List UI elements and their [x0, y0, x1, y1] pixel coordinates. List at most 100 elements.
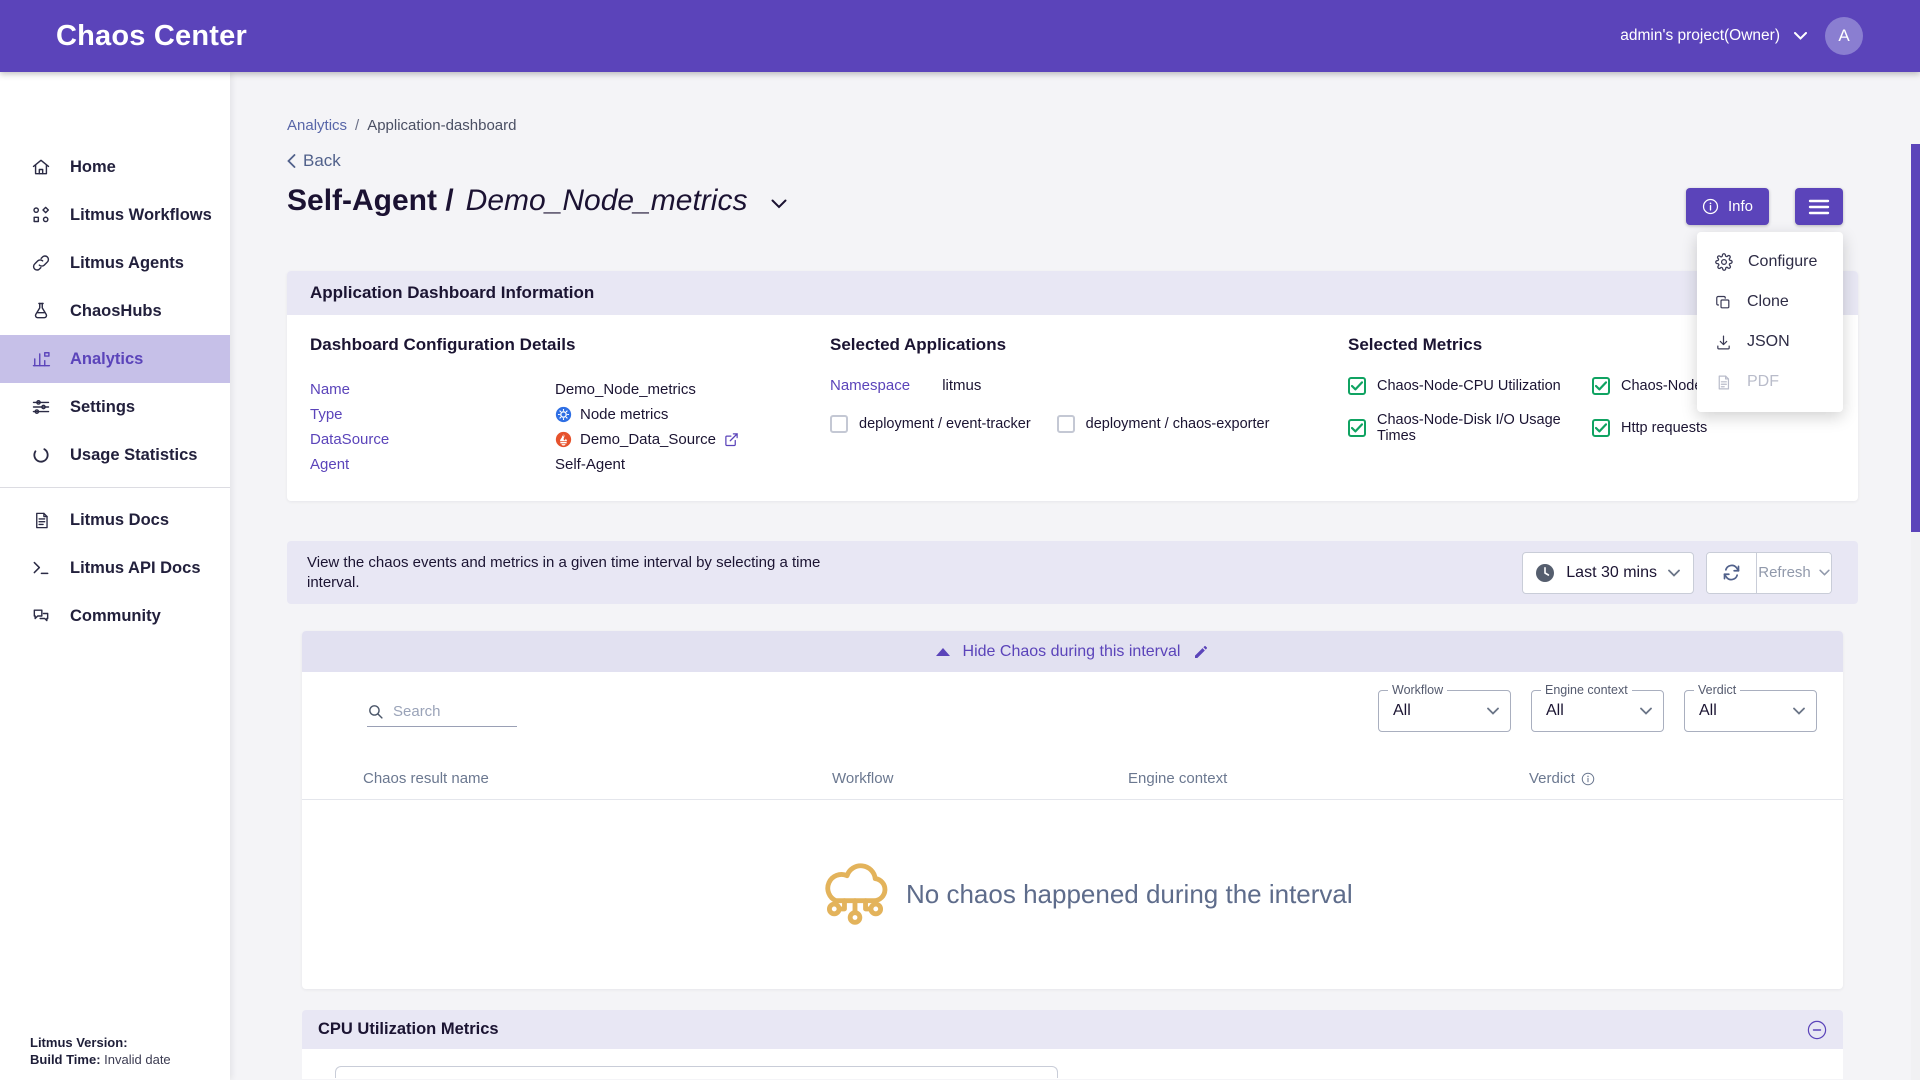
column-chaos-result-name: Chaos result name [363, 770, 832, 787]
checkbox-chaos-exporter[interactable]: deployment / chaos-exporter [1057, 415, 1270, 433]
column-engine-context: Engine context [1128, 770, 1529, 787]
sidebar-item-litmus-agents[interactable]: Litmus Agents [0, 239, 230, 287]
cpu-metrics-accordion[interactable]: CPU Utilization Metrics [302, 1010, 1843, 1049]
workflow-filter-select[interactable]: Workflow All [1378, 690, 1511, 732]
sidebar-item-chaoshubs[interactable]: ChaosHubs [0, 287, 230, 335]
time-range-button[interactable]: Last 30 mins [1522, 552, 1694, 594]
terminal-icon [30, 557, 52, 579]
sidebar-item-community[interactable]: Community [0, 592, 230, 640]
menu-item-label: Clone [1747, 293, 1789, 311]
collapse-minus-icon[interactable] [1807, 1020, 1827, 1040]
config-row-datasource: DataSource Demo_Data_Source [310, 427, 830, 452]
menu-item-pdf[interactable]: PDF [1697, 362, 1843, 402]
clock-icon [1535, 563, 1555, 583]
sidebar-item-litmus-docs[interactable]: Litmus Docs [0, 496, 230, 544]
node-metrics-icon [555, 406, 572, 423]
checkbox-checked [1348, 419, 1366, 437]
more-options-button[interactable] [1795, 188, 1843, 225]
options-dropdown-menu: Configure Clone JSON [1697, 232, 1843, 412]
download-icon [1715, 334, 1732, 351]
panel-title: Application Dashboard Information [287, 271, 1858, 315]
chevron-down-icon [1819, 569, 1830, 576]
avatar[interactable]: A [1825, 17, 1863, 55]
engine-context-filter-select[interactable]: Engine context All [1531, 690, 1664, 732]
checkbox-unchecked [1057, 415, 1075, 433]
version-info: Litmus Version: Build Time: Invalid date [30, 1034, 171, 1068]
info-button[interactable]: Info [1686, 188, 1769, 225]
search-input[interactable] [393, 703, 505, 720]
engine-context-filter-value: All [1546, 702, 1564, 720]
cpu-metrics-body [302, 1049, 1843, 1079]
back-button[interactable]: Back [287, 151, 341, 171]
workflow-filter-value: All [1393, 702, 1411, 720]
project-selector[interactable]: admin's project(Owner) [1620, 27, 1807, 45]
empty-state: No chaos happened during the interval [302, 800, 1843, 989]
sidebar-item-label: Analytics [70, 350, 143, 369]
flask-icon [30, 300, 52, 322]
menu-item-configure[interactable]: Configure [1697, 242, 1843, 282]
caret-up-icon [936, 648, 950, 656]
chaos-events-card: Hide Chaos during this interval Workflow… [302, 631, 1843, 989]
build-time-value: Invalid date [104, 1052, 171, 1067]
sidebar-item-analytics[interactable]: Analytics [0, 335, 230, 383]
breadcrumb-analytics[interactable]: Analytics [287, 117, 347, 134]
hide-chaos-label: Hide Chaos during this interval [963, 643, 1181, 661]
verdict-filter-select[interactable]: Verdict All [1684, 690, 1817, 732]
sidebar-item-label: Litmus API Docs [70, 559, 201, 578]
external-link-icon[interactable] [724, 432, 739, 447]
chevron-down-icon [1793, 707, 1805, 715]
cpu-metrics-title: CPU Utilization Metrics [318, 1020, 499, 1039]
pencil-icon[interactable] [1193, 644, 1209, 660]
time-range-value: Last 30 mins [1566, 564, 1657, 582]
refresh-interval-button[interactable]: Refresh [1757, 553, 1831, 593]
sidebar-item-label: Litmus Workflows [70, 206, 212, 225]
title-chevron-down-icon[interactable] [771, 199, 787, 209]
chevron-down-icon [1640, 707, 1652, 715]
checkbox-checked [1592, 419, 1610, 437]
metric-checkbox-cpu-utilization[interactable]: Chaos-Node-CPU Utilization [1348, 377, 1592, 395]
interval-description: View the chaos events and metrics in a g… [307, 553, 867, 593]
checkbox-checked [1592, 377, 1610, 395]
hamburger-icon [1808, 199, 1830, 215]
checkbox-event-tracker[interactable]: deployment / event-tracker [830, 415, 1031, 433]
metric-checkbox-disk-io-times[interactable]: Chaos-Node-Disk I/O Usage Times [1348, 412, 1592, 444]
workflows-icon [30, 204, 52, 226]
engine-context-filter-label: Engine context [1541, 683, 1632, 697]
litmus-version-label: Litmus Version: [30, 1035, 128, 1050]
main-content: Analytics / Application-dashboard Back S… [230, 72, 1920, 1080]
refresh-now-button[interactable] [1707, 553, 1757, 593]
menu-item-json[interactable]: JSON [1697, 322, 1843, 362]
sidebar-item-home[interactable]: Home [0, 143, 230, 191]
sidebar-item-label: Settings [70, 398, 135, 417]
applications-title: Selected Applications [830, 335, 1348, 355]
copy-icon [1715, 294, 1732, 311]
hide-chaos-toggle[interactable]: Hide Chaos during this interval [302, 631, 1843, 672]
breadcrumb-current: Application-dashboard [367, 117, 516, 134]
sidebar-item-usage-statistics[interactable]: Usage Statistics [0, 431, 230, 479]
app-title: Chaos Center [56, 20, 247, 53]
info-circle-icon[interactable] [1581, 772, 1595, 786]
page-scrollbar[interactable] [1911, 144, 1920, 1080]
configuration-title: Dashboard Configuration Details [310, 335, 830, 355]
search-field [367, 703, 517, 727]
verdict-filter-value: All [1699, 702, 1717, 720]
config-row-name: Name Demo_Node_metrics [310, 377, 830, 402]
sidebar-item-label: Community [70, 607, 161, 626]
menu-item-clone[interactable]: Clone [1697, 282, 1843, 322]
analytics-icon [30, 348, 52, 370]
info-icon [1702, 198, 1719, 215]
sidebar-item-label: ChaosHubs [70, 302, 162, 321]
column-verdict: Verdict [1529, 770, 1843, 787]
sidebar-item-settings[interactable]: Settings [0, 383, 230, 431]
back-label: Back [303, 151, 341, 171]
menu-item-label: JSON [1747, 333, 1790, 351]
metric-checkbox-http-requests[interactable]: Http requests [1592, 412, 1858, 444]
breadcrumb-separator: / [355, 117, 359, 134]
time-interval-bar: View the chaos events and metrics in a g… [287, 541, 1858, 604]
sidebar-item-litmus-api-docs[interactable]: Litmus API Docs [0, 544, 230, 592]
app-header: Chaos Center admin's project(Owner) A [0, 0, 1920, 72]
community-icon [30, 605, 52, 627]
sidebar-item-litmus-workflows[interactable]: Litmus Workflows [0, 191, 230, 239]
cpu-metrics-panel-edge [335, 1066, 1058, 1078]
scrollbar-thumb[interactable] [1911, 144, 1920, 532]
